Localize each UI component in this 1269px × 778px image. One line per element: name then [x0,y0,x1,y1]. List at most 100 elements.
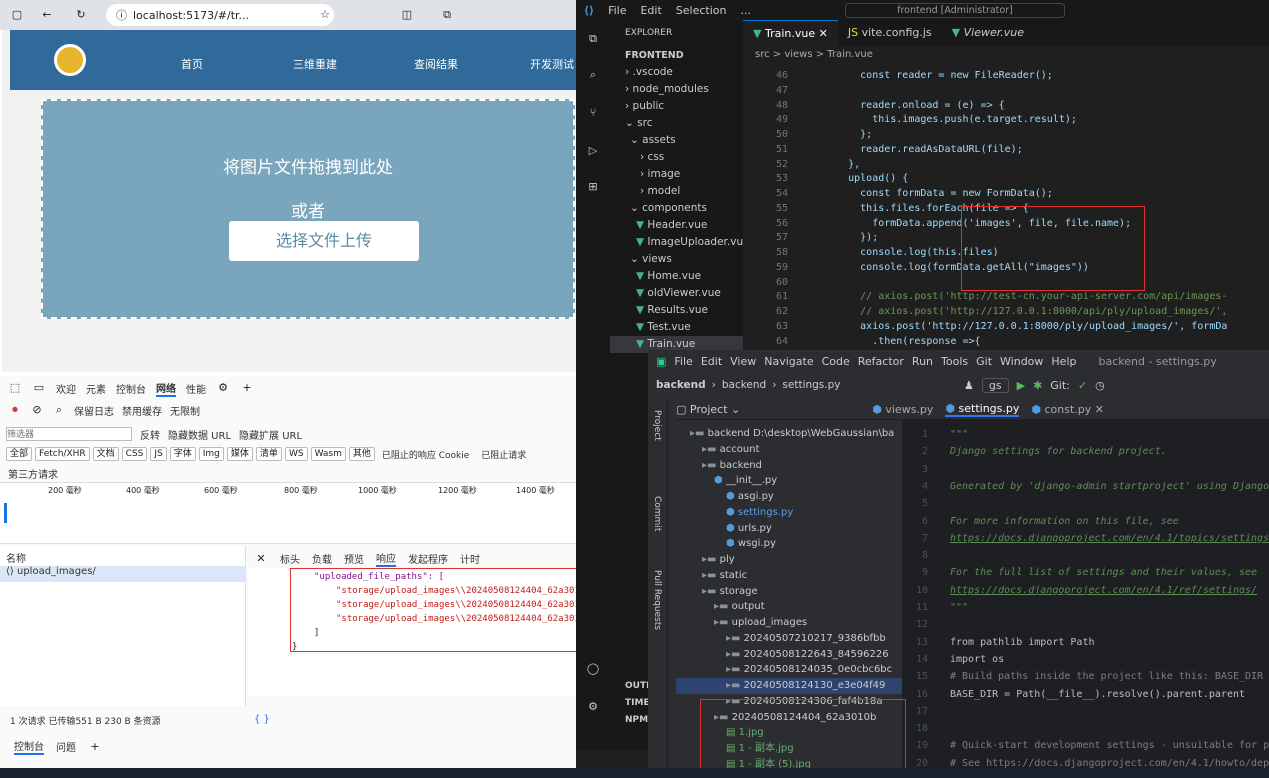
command-center[interactable]: frontend [Administrator] [845,2,1065,18]
tab-headers[interactable]: 标头 [280,551,300,566]
tab-train[interactable]: ▼ Train.vue ✕ [743,20,838,46]
blocked-requests[interactable]: 已阻止请求 [481,448,526,461]
type-js[interactable]: JS [150,447,167,461]
throttle-select[interactable]: 无限制 [170,403,200,418]
menu-item[interactable]: Code [822,355,850,368]
run-config[interactable]: gs [981,377,1009,393]
tree-item[interactable]: ⌄ views [630,251,672,268]
tree-item[interactable]: ⌄ src [625,115,652,132]
folder-item[interactable]: ▸▬ 20240507210217_9386bfbb [676,631,886,647]
tab-welcome[interactable]: 欢迎 [56,381,76,396]
user-icon[interactable]: ♟ [964,379,974,392]
project-tool[interactable]: Project [652,410,662,441]
menu-item[interactable]: Refactor [858,355,904,368]
close-icon[interactable]: ✕ [254,552,268,566]
folder-item[interactable]: ▸▬ output [676,599,765,615]
tree-item[interactable]: ▼ oldViewer.vue [636,285,721,302]
upload-button[interactable]: 选择文件上传 [229,221,419,261]
disable-cache[interactable]: 禁用缓存 [122,403,162,418]
tree-item[interactable]: › node_modules [625,81,709,98]
file-item[interactable]: ⬢ __init__.py [676,473,777,489]
type-font[interactable]: 字体 [169,447,196,461]
drawer-console[interactable]: 控制台 [14,738,44,755]
type-wasm[interactable]: Wasm [310,447,346,461]
blocked-cookies[interactable]: 已阻止的响应 Cookie [382,448,469,461]
menu-file[interactable]: File [608,4,626,17]
tab-network[interactable]: 网络 [156,380,176,397]
crumb[interactable]: settings.py [782,379,840,391]
tab-settings[interactable]: ⬢ settings.py [945,402,1020,417]
record-icon[interactable]: ⏺ [8,403,22,417]
favorite-icon[interactable]: ☆ [318,8,332,22]
type-other[interactable]: 其他 [348,447,375,461]
menu-item[interactable]: View [730,355,756,368]
tab-elements[interactable]: 元素 [86,381,106,396]
menu-more[interactable]: ... [741,4,752,17]
type-fetch[interactable]: Fetch/XHR [35,447,90,461]
tab-const[interactable]: ⬢ const.py ✕ [1031,403,1104,416]
folder-item[interactable]: ▸▬ 20240508124130_e3e04f49 [676,678,902,694]
drawer-issues[interactable]: 问题 [56,739,76,754]
tree-item[interactable]: ▼ Results.vue [636,302,708,319]
tab-icon[interactable]: ▢ [10,8,24,22]
tab-payload[interactable]: 负载 [312,551,332,566]
tree-item[interactable]: › image [640,166,680,183]
project-dropdown[interactable]: ▢ Project ⌄ [676,403,740,416]
pull-requests-tool[interactable]: Pull Requests [652,570,662,630]
hide-ext-url[interactable]: 隐藏扩展 URL [239,427,302,442]
folder-item[interactable]: ▸▬ 20240508124035_0e0cbc6bc [676,662,892,678]
tab-preview[interactable]: 预览 [344,551,364,566]
tree-item[interactable]: ▼ Header.vue [636,217,707,234]
file-item[interactable]: ⬢ urls.py [676,521,772,537]
type-css[interactable]: CSS [121,447,148,461]
debug-icon[interactable]: ✱ [1033,379,1042,392]
clear-icon[interactable]: ⊘ [30,403,44,417]
nav-home[interactable]: 首页 [181,56,203,72]
type-doc[interactable]: 文档 [92,447,119,461]
nav-results[interactable]: 查阅结果 [414,56,458,72]
format-icon[interactable]: { } [254,714,270,725]
tab-timing[interactable]: 计时 [460,551,480,566]
nav-devtest[interactable]: 开发测试 [530,56,574,72]
npm-section[interactable]: NPM [625,712,648,729]
settings-icon[interactable]: ⚙ [216,381,230,395]
search-icon[interactable]: ⌕ [52,403,66,417]
root-folder[interactable]: FRONTEND [625,47,684,64]
filter-input[interactable] [6,427,132,441]
menu-item[interactable]: Navigate [764,355,813,368]
files-icon[interactable]: ⧉ [586,32,600,46]
address-bar[interactable]: ⓘ localhost:5173/#/tr... [106,4,334,26]
commit-tool[interactable]: Commit [652,496,662,531]
menu-item[interactable]: File [674,355,692,368]
tab-performance[interactable]: 性能 [186,381,206,396]
type-img[interactable]: Img [198,447,224,461]
add-icon[interactable]: + [88,740,102,754]
type-ws[interactable]: WS [284,447,308,461]
folder-item[interactable]: ▸▬ backend [676,458,762,474]
menu-item[interactable]: Run [912,355,933,368]
menu-item[interactable]: Tools [941,355,968,368]
tree-item[interactable]: ▼ Home.vue [636,268,701,285]
run-icon[interactable]: ▶ [1017,379,1025,392]
menu-edit[interactable]: Edit [640,4,661,17]
tree-item[interactable]: › .vscode [625,64,673,81]
tab-initiator[interactable]: 发起程序 [408,551,448,566]
inspect-icon[interactable]: ⬚ [8,381,22,395]
folder-item[interactable]: ▸▬ static [676,568,747,584]
type-manifest[interactable]: 清单 [255,447,282,461]
tree-item[interactable]: ▼ ImageUploader.vue [636,234,750,251]
search-icon[interactable]: ⌕ [586,68,600,82]
folder-item[interactable]: ▸▬ storage [676,584,758,600]
nav-reconstruct[interactable]: 三维重建 [293,56,337,72]
tree-item[interactable]: ▼ Test.vue [636,319,691,336]
crumb[interactable]: backend [656,379,706,391]
source-control-icon[interactable]: ⑂ [586,106,600,120]
gear-icon[interactable]: ⚙ [586,700,600,714]
tab-vite[interactable]: JS vite.config.js [838,20,942,46]
type-media[interactable]: 媒体 [226,447,253,461]
extensions-icon[interactable]: ⊞ [586,180,600,194]
invert-option[interactable]: 反转 [140,427,160,442]
split-icon[interactable]: ◫ [400,8,414,22]
preserve-log[interactable]: 保留日志 [74,403,114,418]
tab-viewer[interactable]: ▼ Viewer.vue [942,20,1034,46]
